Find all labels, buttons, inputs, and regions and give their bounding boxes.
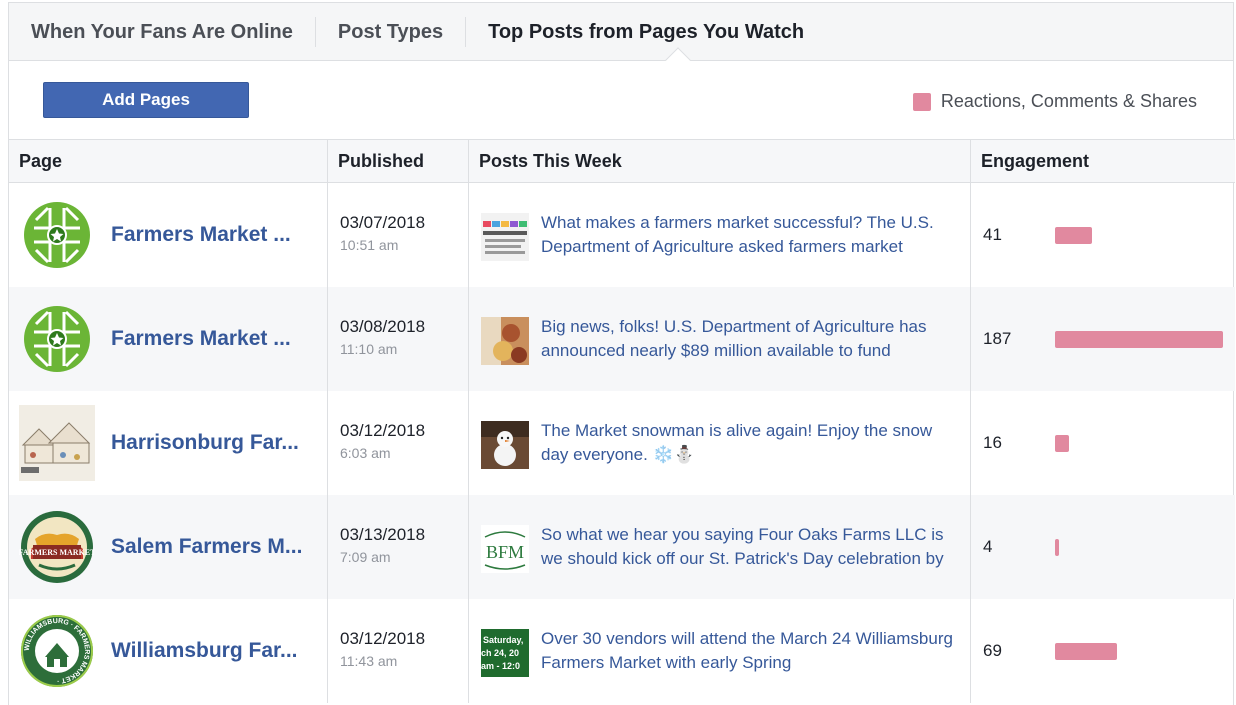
chart-legend: Reactions, Comments & Shares [912, 91, 1197, 112]
post-thumbnail[interactable] [481, 421, 529, 469]
engagement-bar-track [1055, 538, 1223, 556]
engagement-bar [1055, 642, 1117, 660]
page-link[interactable]: Farmers Market ... [111, 327, 291, 351]
engagement-bar-track [1055, 642, 1223, 660]
flyer-line-3: am - 12:0 [481, 661, 520, 671]
published-date: 03/12/2018 [340, 421, 426, 440]
post-thumbnail[interactable] [481, 317, 529, 365]
published-time: 6:03 am [340, 445, 391, 461]
table-row: WILLIAMSBURG · FARMERS MARKET · Williams… [9, 599, 1235, 703]
tab-bar: When Your Fans Are Online Post Types Top… [9, 3, 1233, 61]
post-text[interactable]: Over 30 vendors will attend the March 24… [541, 627, 961, 703]
top-posts-table: Page Published Posts This Week Engagemen… [9, 139, 1235, 703]
legend-label: Reactions, Comments & Shares [940, 91, 1197, 111]
flyer-line-2: ch 24, 20 [481, 648, 519, 658]
header-posts-this-week[interactable]: Posts This Week [469, 140, 971, 182]
table-header: Page Published Posts This Week Engagemen… [9, 139, 1235, 183]
post-text[interactable]: So what we hear you saying Four Oaks Far… [541, 523, 961, 599]
published-date: 03/12/2018 [340, 629, 426, 648]
tab-post-types[interactable]: Post Types [316, 17, 465, 47]
page-link[interactable]: Salem Farmers M... [111, 535, 302, 559]
engagement-count: 41 [983, 225, 1002, 244]
farmers-market-coalition-logo[interactable] [19, 301, 95, 377]
page-link[interactable]: Harrisonburg Far... [111, 431, 299, 455]
tab-fans-online[interactable]: When Your Fans Are Online [9, 17, 315, 47]
published-time: 11:43 am [340, 653, 398, 669]
engagement-bar-track [1055, 434, 1223, 452]
engagement-bar [1055, 434, 1069, 452]
tab-top-posts[interactable]: Top Posts from Pages You Watch [466, 17, 826, 47]
header-page[interactable]: Page [9, 140, 328, 182]
engagement-bar-track [1055, 226, 1223, 244]
engagement-bar [1055, 538, 1059, 556]
harrisonburg-market-sketch[interactable] [19, 405, 95, 481]
bfm-logo-text: BFM [486, 542, 524, 562]
published-time: 7:09 am [340, 549, 391, 565]
engagement-bar [1055, 226, 1092, 244]
engagement-count: 187 [983, 329, 1012, 348]
published-time: 11:10 am [340, 341, 398, 357]
table-row: FARMERS MARKET Salem Farmers M... 03/13/… [9, 495, 1235, 599]
engagement-bar-track [1055, 330, 1223, 348]
post-thumbnail[interactable]: BFM [481, 525, 529, 573]
insights-panel: When Your Fans Are Online Post Types Top… [8, 2, 1235, 705]
legend-swatch [912, 92, 931, 111]
header-engagement[interactable]: Engagement [971, 140, 1235, 182]
post-thumbnail[interactable] [481, 213, 529, 261]
salem-farmers-market-logo[interactable]: FARMERS MARKET [19, 509, 95, 585]
add-pages-button[interactable]: Add Pages [43, 82, 249, 118]
williamsburg-farmers-market-logo[interactable]: WILLIAMSBURG · FARMERS MARKET · [19, 613, 95, 689]
post-text[interactable]: What makes a farmers market successful? … [541, 211, 961, 287]
published-date: 03/08/2018 [340, 317, 426, 336]
engagement-count: 16 [983, 433, 1002, 452]
post-text[interactable]: The Market snowman is alive again! Enjoy… [541, 419, 961, 495]
engagement-bar [1055, 330, 1223, 348]
salem-logo-text: FARMERS MARKET [19, 548, 95, 557]
flyer-line-1: Saturday, [483, 635, 523, 645]
page-link[interactable]: Williamsburg Far... [111, 639, 298, 663]
published-date: 03/07/2018 [340, 213, 426, 232]
engagement-count: 4 [983, 537, 993, 556]
table-row: Farmers Market ... 03/08/2018 11:10 am B… [9, 287, 1235, 391]
engagement-count: 69 [983, 641, 1002, 660]
post-thumbnail[interactable]: Saturday, ch 24, 20 am - 12:0 [481, 629, 529, 677]
published-date: 03/13/2018 [340, 525, 426, 544]
header-published[interactable]: Published [328, 140, 469, 182]
table-row: Harrisonburg Far... 03/12/2018 6:03 am T… [9, 391, 1235, 495]
farmers-market-coalition-logo[interactable] [19, 197, 95, 273]
page-link[interactable]: Farmers Market ... [111, 223, 291, 247]
post-text[interactable]: Big news, folks! U.S. Department of Agri… [541, 315, 961, 391]
published-time: 10:51 am [340, 237, 399, 253]
table-row: Farmers Market ... 03/07/2018 10:51 am W… [9, 183, 1235, 287]
